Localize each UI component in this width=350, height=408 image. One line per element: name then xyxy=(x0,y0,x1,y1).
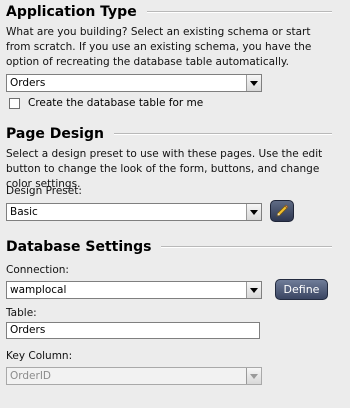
key-column-select: OrderID xyxy=(6,367,262,385)
section-title-database-settings: Database Settings xyxy=(6,239,332,255)
connection-label: Connection: xyxy=(6,264,69,276)
edit-design-button[interactable] xyxy=(270,200,294,222)
connection-select[interactable]: wamplocal xyxy=(6,281,262,299)
create-table-checkbox[interactable] xyxy=(9,98,20,109)
chevron-down-icon[interactable] xyxy=(246,282,261,298)
page-design-title: Page Design xyxy=(6,126,104,142)
key-column-value: OrderID xyxy=(10,370,52,382)
schema-select-value: Orders xyxy=(10,77,46,89)
section-title-page-design: Page Design xyxy=(6,126,332,142)
define-connection-button[interactable]: Define xyxy=(275,279,328,300)
pencil-icon xyxy=(276,204,289,217)
table-input[interactable]: Orders xyxy=(6,322,260,339)
connection-value: wamplocal xyxy=(10,284,67,296)
schema-select[interactable]: Orders xyxy=(6,74,262,92)
key-column-label: Key Column: xyxy=(6,350,73,362)
database-settings-title: Database Settings xyxy=(6,239,152,255)
design-preset-label: Design Preset: xyxy=(6,185,82,197)
section-divider xyxy=(146,11,332,13)
chevron-down-icon[interactable] xyxy=(246,204,261,220)
chevron-down-icon[interactable] xyxy=(246,75,261,91)
design-preset-select[interactable]: Basic xyxy=(6,203,262,221)
design-preset-value: Basic xyxy=(10,206,38,218)
section-divider xyxy=(113,133,332,135)
section-title-application-type: Application Type xyxy=(6,4,332,20)
application-type-title: Application Type xyxy=(6,4,137,20)
section-divider xyxy=(161,246,332,248)
chevron-down-icon xyxy=(246,368,261,384)
application-type-description: What are you building? Select an existin… xyxy=(6,26,312,68)
table-label: Table: xyxy=(6,307,37,319)
create-table-label[interactable]: Create the database table for me xyxy=(28,97,203,109)
